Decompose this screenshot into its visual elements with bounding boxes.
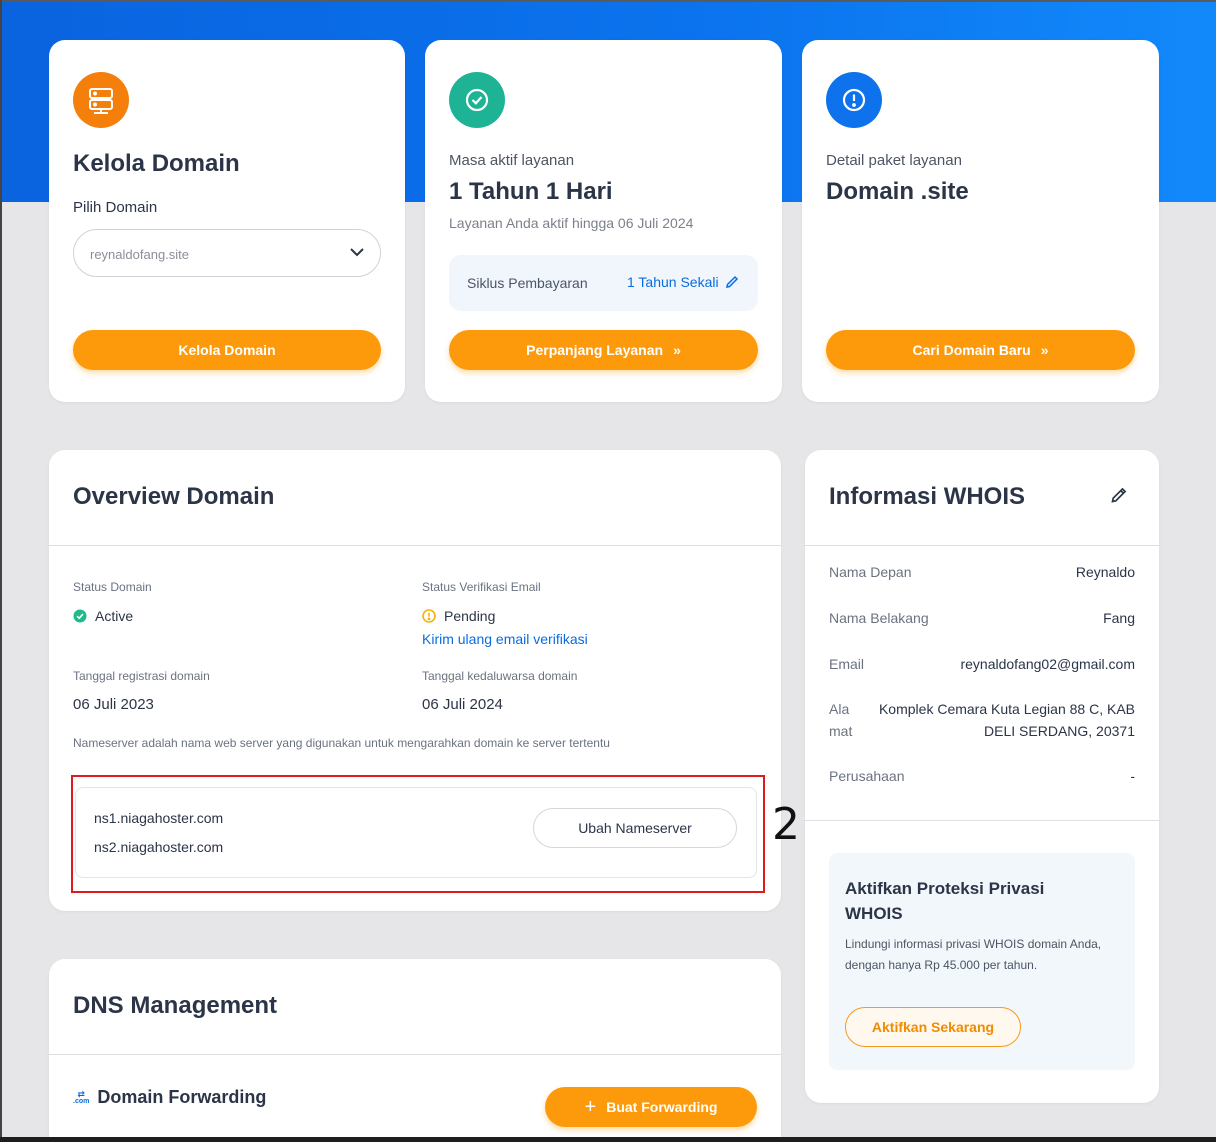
detail-paket-label: Detail paket layanan (826, 152, 962, 169)
whois-address-value-line2: DELI SERDANG, 20371 (984, 723, 1135, 739)
buat-forwarding-button[interactable]: + Buat Forwarding (545, 1087, 757, 1127)
whois-address-value-line1: Komplek Cemara Kuta Legian 88 C, KAB (878, 701, 1135, 717)
whois-last-name-label: Nama Belakang (829, 610, 929, 626)
privacy-title-line2: WHOIS (845, 904, 903, 923)
overview-divider (49, 545, 781, 546)
buat-forwarding-label: Buat Forwarding (606, 1099, 718, 1115)
dns-title: DNS Management (73, 992, 278, 1019)
kelola-domain-button[interactable]: Kelola Domain (73, 330, 381, 370)
whois-divider-top (805, 545, 1159, 546)
expiry-date-value: 06 Juli 2024 (422, 696, 503, 713)
domain-select[interactable]: reynaldofang.site (73, 229, 381, 277)
registration-date-label: Tanggal registrasi domain (73, 669, 210, 683)
whois-first-name-value: Reynaldo (1075, 564, 1135, 580)
whois-first-name-label: Nama Depan (829, 564, 912, 580)
double-chevron-right-icon: » (673, 342, 681, 358)
window-frame-bottom (0, 1137, 1216, 1142)
forwarding-icon-label: .com (73, 1097, 90, 1105)
nameserver-note: Nameserver adalah nama web server yang d… (73, 736, 610, 750)
dns-divider (49, 1054, 781, 1055)
whois-card: Informasi WHOIS Nama Depan Reynaldo Nama… (805, 450, 1159, 1103)
annotation-number: 2 (772, 799, 800, 850)
billing-cycle-value: 1 Tahun Sekali (627, 274, 719, 290)
check-circle-icon (449, 72, 505, 128)
aktifkan-sekarang-label: Aktifkan Sekarang (871, 1019, 995, 1035)
pencil-icon (725, 275, 738, 288)
whois-email-label: Email (829, 656, 865, 672)
status-domain: Active (73, 608, 133, 624)
registration-date-value: 06 Juli 2023 (73, 696, 154, 713)
masa-aktif-duration: 1 Tahun 1 Hari (449, 178, 613, 205)
privacy-title-line1: Aktifkan Proteksi Privasi (845, 879, 1045, 898)
cari-domain-baru-button[interactable]: Cari Domain Baru » (826, 330, 1135, 370)
kelola-domain-title: Kelola Domain (73, 150, 240, 177)
select-domain-label: Pilih Domain (73, 199, 158, 216)
email-verification-label: Status Verifikasi Email (422, 580, 541, 594)
status-domain-value: Active (95, 608, 134, 624)
email-verification-status: Pending (422, 608, 495, 624)
whois-address-label-line2: mat (829, 723, 853, 739)
kelola-domain-card: Kelola Domain Pilih Domain reynaldofang.… (49, 40, 405, 402)
email-verification-value: Pending (444, 608, 496, 624)
whois-last-name-value: Fang (1103, 610, 1135, 626)
server-icon (73, 72, 129, 128)
domain-forwarding-title: Domain Forwarding (97, 1087, 267, 1107)
detail-paket-name: Domain .site (826, 178, 969, 205)
billing-cycle-box: Siklus Pembayaran 1 Tahun Sekali (449, 255, 758, 311)
detail-paket-card: Detail paket layanan Domain .site Cari D… (802, 40, 1159, 402)
privacy-protection-box: Aktifkan Proteksi Privasi WHOIS Lindungi… (829, 853, 1135, 1070)
privacy-desc-line2: dengan hanya Rp 45.000 per tahun. (845, 958, 1038, 972)
masa-aktif-card: Masa aktif layanan 1 Tahun 1 Hari Layana… (425, 40, 782, 402)
dns-management-card: DNS Management ⇄ .com Domain Forwarding … (49, 959, 781, 1142)
domain-forwarding-heading: ⇄ .com Domain Forwarding (73, 1087, 266, 1108)
info-icon (826, 72, 882, 128)
masa-aktif-label: Masa aktif layanan (449, 152, 575, 169)
masa-aktif-note: Layanan Anda aktif hingga 06 Juli 2024 (449, 215, 694, 231)
perpanjang-layanan-button[interactable]: Perpanjang Layanan » (449, 330, 758, 370)
edit-pencil-icon[interactable] (1110, 486, 1128, 504)
whois-company-label: Perusahaan (829, 768, 905, 784)
billing-cycle-label: Siklus Pembayaran (467, 275, 588, 291)
forwarding-icon: ⇄ .com (73, 1088, 90, 1105)
whois-divider-bottom (805, 820, 1159, 821)
resend-verification-link[interactable]: Kirim ulang email verifikasi (422, 631, 588, 647)
overview-title: Overview Domain (73, 483, 275, 510)
privacy-desc-line1: Lindungi informasi privasi WHOIS domain … (845, 937, 1102, 951)
perpanjang-layanan-label: Perpanjang Layanan (526, 342, 664, 358)
expiry-date-label: Tanggal kedaluwarsa domain (422, 669, 578, 683)
whois-address-label-line1: Ala (829, 701, 850, 717)
annotation-highlight-box (71, 775, 765, 893)
warning-circle-icon (422, 609, 436, 623)
cari-domain-baru-label: Cari Domain Baru (912, 342, 1031, 358)
whois-title: Informasi WHOIS (829, 483, 1026, 510)
plus-icon: + (584, 1096, 597, 1118)
check-circle-icon (73, 609, 87, 623)
whois-company-value: - (1130, 768, 1135, 784)
double-chevron-right-icon: » (1040, 342, 1049, 358)
kelola-domain-button-label: Kelola Domain (178, 342, 276, 358)
chevron-down-icon (350, 248, 364, 257)
status-domain-label: Status Domain (73, 580, 152, 594)
whois-email-value: reynaldofang02@gmail.com (960, 656, 1135, 672)
aktifkan-sekarang-button[interactable]: Aktifkan Sekarang (845, 1007, 1021, 1047)
domain-select-value: reynaldofang.site (90, 247, 190, 262)
billing-cycle-edit[interactable]: 1 Tahun Sekali (627, 274, 739, 290)
